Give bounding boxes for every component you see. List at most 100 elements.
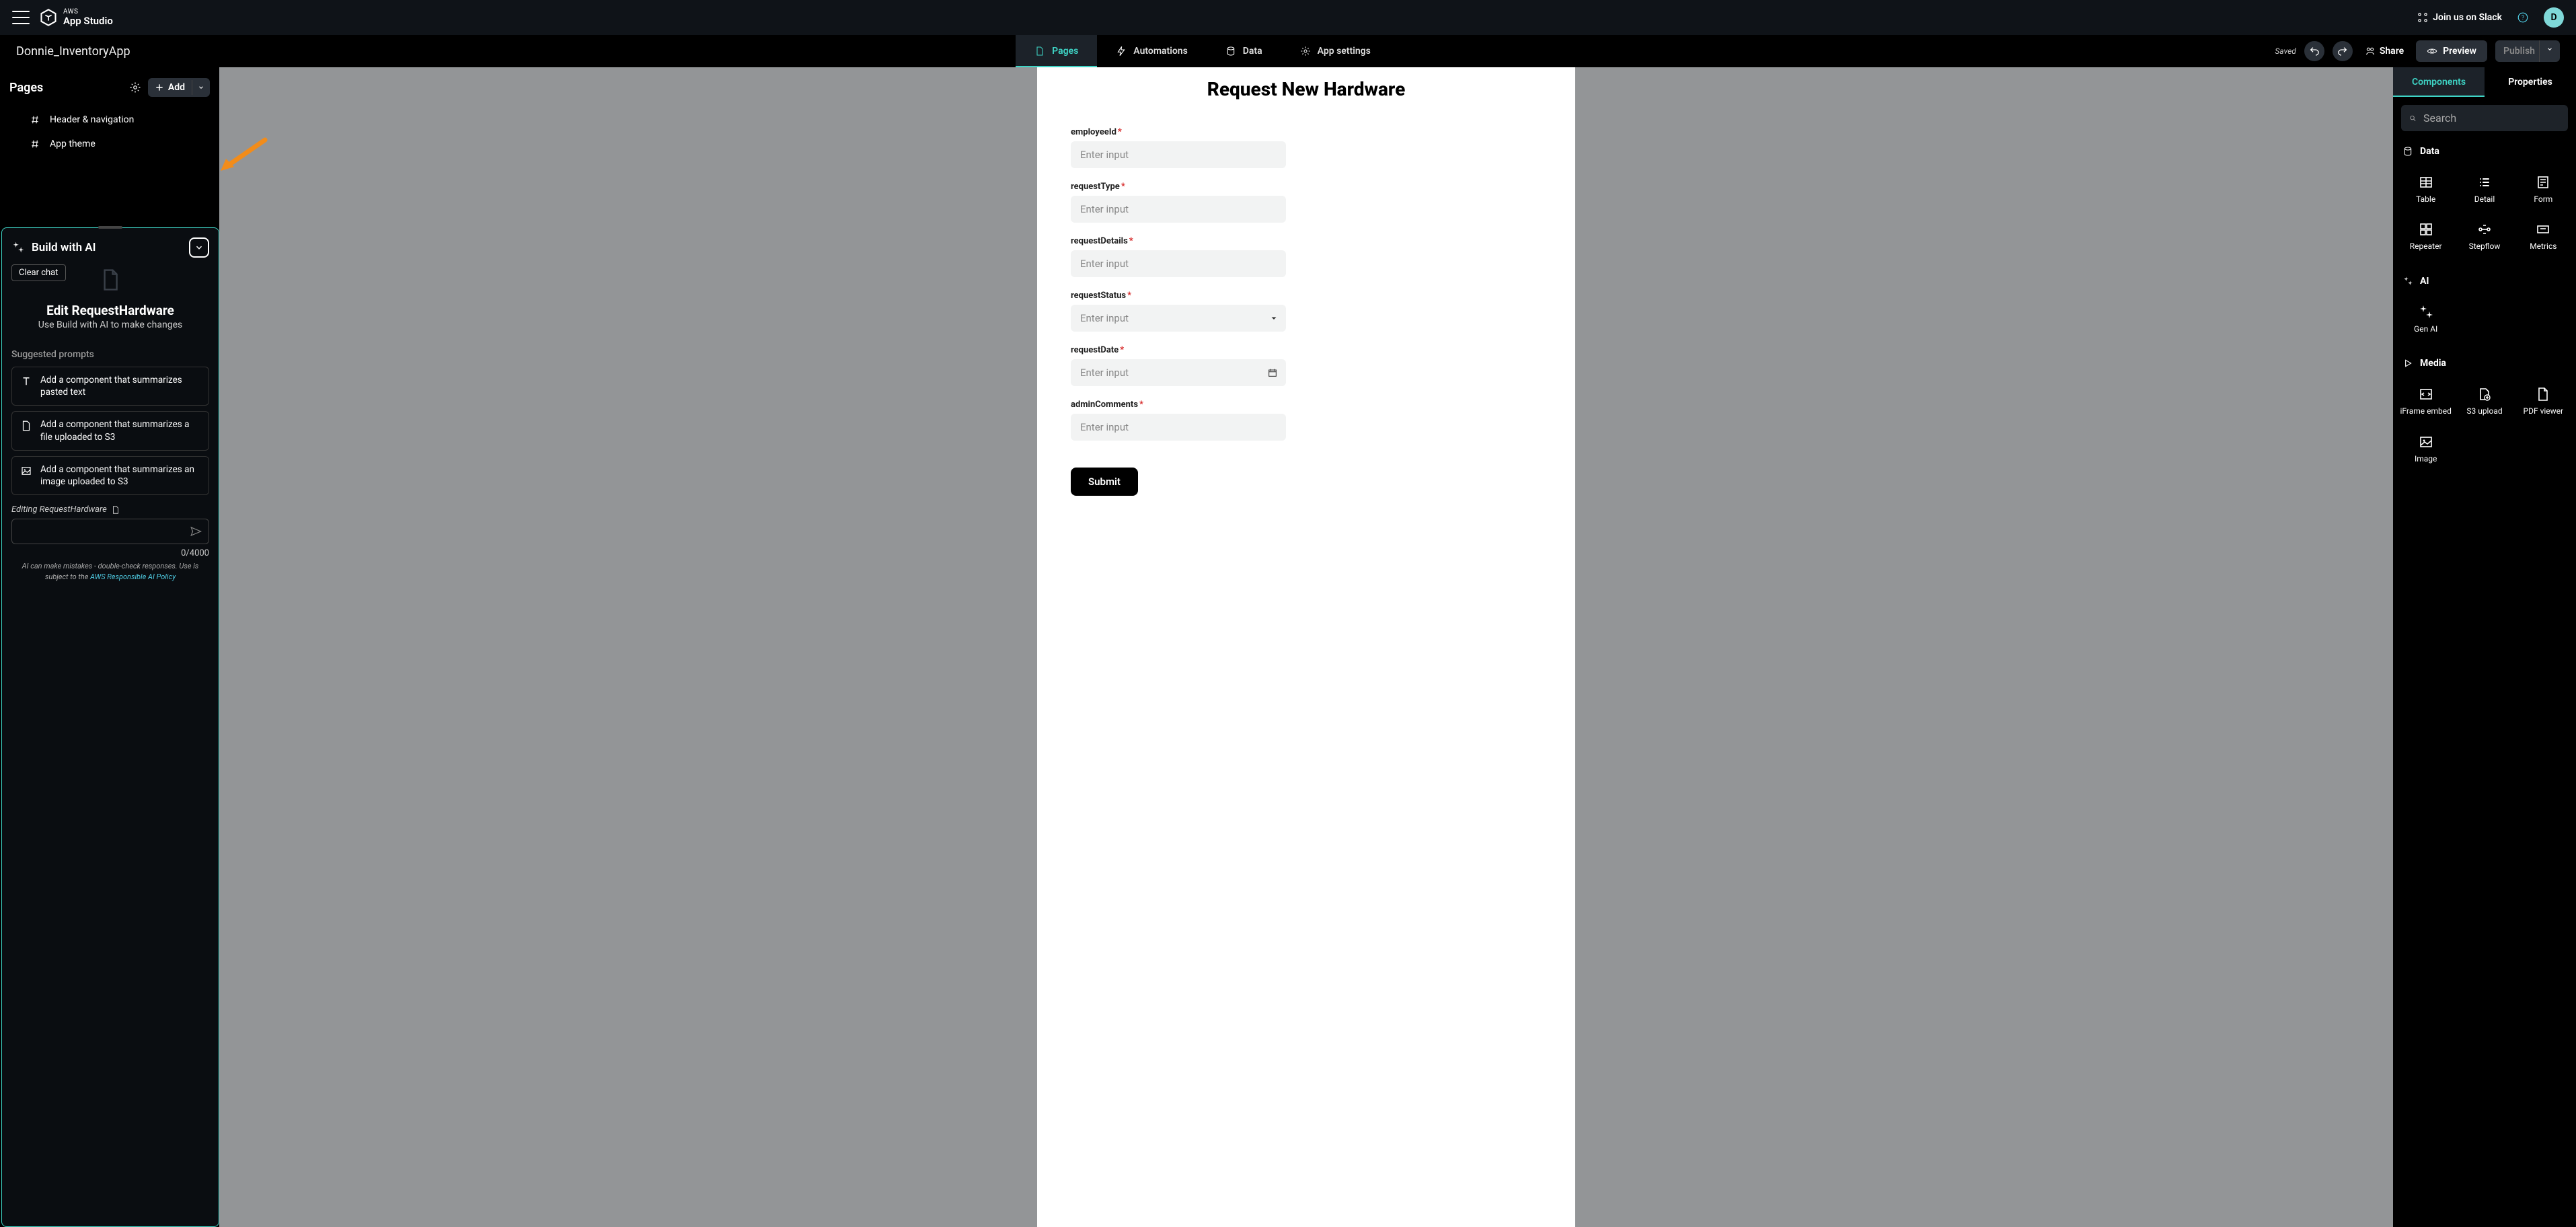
avatar[interactable]: D — [2544, 7, 2564, 28]
ai-edit-title: Edit RequestHardware — [11, 303, 209, 318]
required-indicator: * — [1121, 182, 1125, 192]
file-icon — [20, 420, 32, 432]
suggested-prompt-text[interactable]: Add a component that summarizes pasted t… — [11, 367, 209, 406]
help-icon[interactable]: ? — [2515, 10, 2530, 25]
field-requestDetails: requestDetails* — [1071, 236, 1353, 277]
left-sidebar: Pages Add Header & nav — [0, 67, 219, 1227]
component-stepflow[interactable]: Stepflow — [2456, 216, 2513, 256]
lightning-icon — [1116, 46, 1127, 57]
pages-panel-title: Pages — [9, 81, 43, 95]
table-icon — [2418, 174, 2434, 190]
preview-button[interactable]: Preview — [2416, 40, 2487, 62]
editor-tabs: Pages Automations Data App settings — [1016, 35, 1390, 67]
stepflow-icon — [2476, 221, 2493, 237]
image-icon — [20, 465, 32, 477]
required-indicator: * — [1127, 291, 1131, 301]
right-sidebar: Components Properties Data Table Detail — [2393, 67, 2576, 1227]
add-page-button[interactable]: Add — [148, 78, 210, 97]
tab-app-settings[interactable]: App settings — [1281, 35, 1390, 67]
component-metrics[interactable]: Metrics — [2515, 216, 2572, 256]
grid-icon — [2418, 221, 2434, 237]
required-indicator: * — [1139, 400, 1143, 410]
input-requestDate[interactable] — [1071, 359, 1286, 386]
ai-edit-subtitle: Use Build with AI to make changes — [11, 320, 209, 330]
calendar-icon — [1267, 367, 1278, 378]
field-employeeId: employeeId* — [1071, 127, 1353, 168]
saved-status: Saved — [2275, 46, 2296, 56]
component-image[interactable]: Image — [2397, 429, 2454, 469]
page-icon — [111, 505, 120, 515]
text-icon — [20, 375, 32, 387]
tab-automations[interactable]: Automations — [1097, 35, 1207, 67]
component-s3upload[interactable]: S3 upload — [2456, 381, 2513, 421]
section-ai: AI — [2393, 269, 2576, 293]
canvas[interactable]: Request New Hardware employeeId* request… — [219, 67, 2393, 1227]
editing-context: Editing RequestHardware — [11, 505, 209, 515]
input-requestDetails[interactable] — [1071, 250, 1286, 277]
sparkle-icon — [11, 241, 25, 254]
build-with-ai-panel: Build with AI Clear chat Edit RequestHar… — [1, 227, 219, 1227]
gear-icon — [1300, 46, 1311, 57]
pdf-icon — [2535, 386, 2551, 402]
chevron-down-icon — [198, 84, 204, 91]
tab-pages[interactable]: Pages — [1016, 35, 1097, 67]
chevron-down-icon — [1270, 314, 1278, 322]
form-icon — [2535, 174, 2551, 190]
hash-icon — [30, 139, 40, 149]
submit-button[interactable]: Submit — [1071, 468, 1138, 496]
share-button[interactable]: Share — [2361, 46, 2408, 57]
resize-grip[interactable] — [98, 226, 122, 229]
input-requestType[interactable] — [1071, 196, 1286, 223]
ai-prompt-input[interactable] — [19, 527, 190, 537]
component-search-input[interactable] — [2423, 112, 2560, 124]
component-pdf[interactable]: PDF viewer — [2515, 381, 2572, 421]
suggested-prompts-label: Suggested prompts — [11, 349, 209, 360]
database-icon — [2402, 146, 2413, 157]
sidebar-item-header-nav[interactable]: Header & navigation — [0, 108, 219, 132]
list-icon — [2476, 174, 2493, 190]
input-employeeId[interactable] — [1071, 141, 1286, 168]
required-indicator: * — [1118, 127, 1122, 137]
component-detail[interactable]: Detail — [2456, 169, 2513, 209]
sidebar-item-app-theme[interactable]: App theme — [0, 132, 219, 156]
embed-icon — [2418, 386, 2434, 402]
upload-icon — [2476, 386, 2493, 402]
sparkle-icon — [2418, 304, 2434, 320]
undo-button[interactable] — [2304, 41, 2324, 61]
select-requestStatus[interactable] — [1071, 305, 1286, 332]
input-adminComments[interactable] — [1071, 414, 1286, 441]
publish-dropdown[interactable] — [2539, 40, 2560, 62]
publish-button[interactable]: Publish — [2495, 40, 2543, 62]
share-icon — [2365, 46, 2376, 57]
menu-icon[interactable] — [12, 11, 30, 24]
slack-link[interactable]: Join us on Slack — [2417, 11, 2502, 24]
eye-icon — [2427, 46, 2437, 57]
responsible-ai-link[interactable]: AWS Responsible AI Policy — [90, 572, 176, 581]
field-requestStatus: requestStatus* — [1071, 291, 1353, 332]
suggested-prompt-image[interactable]: Add a component that summarizes an image… — [11, 456, 209, 495]
metrics-icon — [2535, 221, 2551, 237]
tab-data[interactable]: Data — [1207, 35, 1281, 67]
component-table[interactable]: Table — [2397, 169, 2454, 209]
component-genai[interactable]: Gen AI — [2397, 299, 2454, 339]
tab-properties[interactable]: Properties — [2485, 67, 2576, 97]
component-iframe[interactable]: iFrame embed — [2397, 381, 2454, 421]
sparkle-icon — [2402, 276, 2413, 287]
undo-icon — [2309, 46, 2320, 57]
component-repeater[interactable]: Repeater — [2397, 216, 2454, 256]
form-title: Request New Hardware — [1071, 78, 1542, 100]
send-icon[interactable] — [190, 525, 202, 537]
redo-button[interactable] — [2333, 41, 2353, 61]
collapse-ai-panel-button[interactable] — [189, 237, 209, 258]
app-header: Donnie_InventoryApp Pages Automations Da… — [0, 35, 2576, 67]
settings-icon[interactable] — [129, 81, 141, 94]
hash-icon — [30, 114, 40, 125]
clear-chat-button[interactable]: Clear chat — [11, 264, 66, 281]
play-icon — [2402, 358, 2413, 369]
tab-components[interactable]: Components — [2393, 67, 2485, 97]
component-form[interactable]: Form — [2515, 169, 2572, 209]
product-logo[interactable]: AWS App Studio — [39, 8, 113, 27]
suggested-prompt-file[interactable]: Add a component that summarizes a file u… — [11, 411, 209, 450]
add-page-dropdown[interactable] — [192, 80, 210, 95]
app-name: Donnie_InventoryApp — [16, 44, 130, 59]
